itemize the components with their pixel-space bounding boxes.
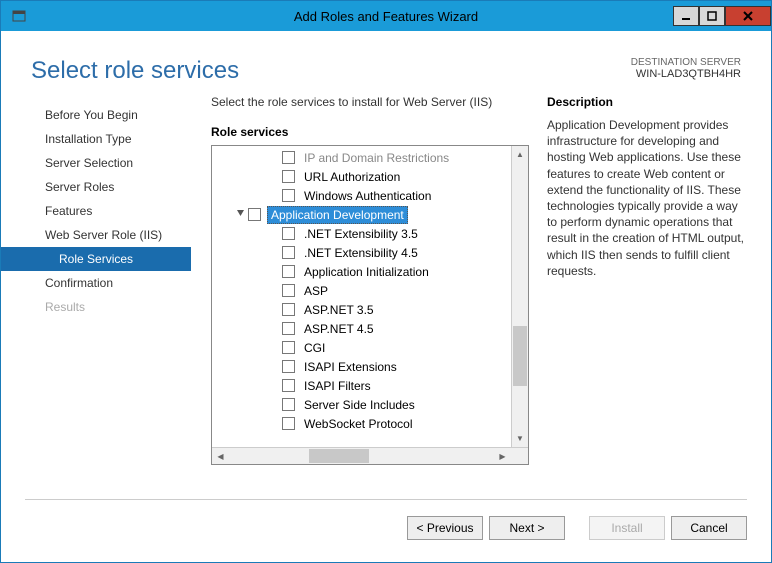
tree-item-label: ASP	[301, 283, 331, 299]
checkbox[interactable]	[248, 208, 261, 221]
footer: < Previous Next > Install Cancel	[1, 500, 771, 556]
tree-item-label: ASP.NET 4.5	[301, 321, 377, 337]
tree-item-label: IP and Domain Restrictions	[301, 150, 452, 166]
tree-item-label: ISAPI Filters	[301, 378, 374, 394]
tree-item[interactable]: URL Authorization	[212, 167, 528, 186]
scroll-down-icon[interactable]: ▼	[512, 430, 528, 447]
description-text: Application Development provides infrast…	[547, 117, 747, 279]
checkbox[interactable]	[282, 303, 295, 316]
checkbox[interactable]	[282, 189, 295, 202]
close-button[interactable]	[725, 6, 771, 26]
checkbox[interactable]	[282, 151, 295, 164]
tree-item-label: .NET Extensibility 4.5	[301, 245, 421, 261]
description-title: Description	[547, 95, 747, 109]
nav-item-server-selection[interactable]: Server Selection	[1, 151, 191, 175]
scroll-thumb[interactable]	[513, 326, 527, 386]
tree-item[interactable]: ASP.NET 4.5	[212, 319, 528, 338]
tree-item[interactable]: ISAPI Filters	[212, 376, 528, 395]
tree-item-label: Windows Authentication	[301, 188, 434, 204]
tree-item-label: ISAPI Extensions	[301, 359, 400, 375]
tree-item[interactable]: Application Initialization	[212, 262, 528, 281]
checkbox[interactable]	[282, 398, 295, 411]
tree-item[interactable]: Windows Authentication	[212, 186, 528, 205]
tree-item[interactable]: IP and Domain Restrictions	[212, 148, 528, 167]
minimize-button[interactable]	[673, 6, 699, 26]
nav-item-server-roles[interactable]: Server Roles	[1, 175, 191, 199]
header: Select role services DESTINATION SERVER …	[1, 31, 771, 95]
nav-item-role-services[interactable]: Role Services	[1, 247, 191, 271]
nav-item-installation-type[interactable]: Installation Type	[1, 127, 191, 151]
tree-item-label: .NET Extensibility 3.5	[301, 226, 421, 242]
scroll-left-icon[interactable]: ◀	[212, 448, 229, 464]
vertical-scrollbar[interactable]: ▲ ▼	[511, 146, 528, 447]
tree-item[interactable]: ASP.NET 3.5	[212, 300, 528, 319]
role-services-tree: IP and Domain Restrictions URL Authorizat…	[211, 145, 529, 465]
nav-item-confirmation[interactable]: Confirmation	[1, 271, 191, 295]
instruction-text: Select the role services to install for …	[211, 95, 529, 109]
nav-item-before-you-begin[interactable]: Before You Begin	[1, 103, 191, 127]
next-button[interactable]: Next >	[489, 516, 565, 540]
checkbox[interactable]	[282, 341, 295, 354]
tree-item-label: CGI	[301, 340, 328, 356]
checkbox[interactable]	[282, 360, 295, 373]
tree-item[interactable]: Application Development	[212, 205, 528, 224]
destination-label: DESTINATION SERVER	[631, 57, 741, 68]
checkbox[interactable]	[282, 322, 295, 335]
maximize-button[interactable]	[699, 6, 725, 26]
checkbox[interactable]	[282, 417, 295, 430]
scroll-up-icon[interactable]: ▲	[512, 146, 528, 163]
checkbox[interactable]	[282, 170, 295, 183]
nav-item-features[interactable]: Features	[1, 199, 191, 223]
destination-info: DESTINATION SERVER WIN-LAD3QTBH4HR	[631, 57, 741, 80]
tree-item[interactable]: WebSocket Protocol	[212, 414, 528, 433]
scroll-right-icon[interactable]: ▶	[494, 448, 511, 464]
checkbox[interactable]	[282, 265, 295, 278]
window-title: Add Roles and Features Wizard	[1, 9, 771, 24]
tree-item[interactable]: .NET Extensibility 3.5	[212, 224, 528, 243]
tree-item[interactable]: CGI	[212, 338, 528, 357]
tree-item-label: URL Authorization	[301, 169, 403, 185]
titlebar: Add Roles and Features Wizard	[1, 1, 771, 31]
expander-icon[interactable]	[234, 209, 246, 220]
tree-item[interactable]: .NET Extensibility 4.5	[212, 243, 528, 262]
description-panel: Description Application Development prov…	[547, 95, 747, 493]
tree-item-label: ASP.NET 3.5	[301, 302, 377, 318]
wizard-nav: Before You BeginInstallation TypeServer …	[1, 95, 191, 493]
hscroll-thumb[interactable]	[309, 449, 369, 463]
cancel-button[interactable]: Cancel	[671, 516, 747, 540]
tree-item-label: WebSocket Protocol	[301, 416, 416, 432]
destination-server: WIN-LAD3QTBH4HR	[631, 68, 741, 80]
tree-item-label: Application Development	[267, 206, 408, 224]
horizontal-scrollbar[interactable]: ◀ ▶	[212, 447, 528, 464]
nav-item-results: Results	[1, 295, 191, 319]
role-services-label: Role services	[211, 125, 529, 139]
tree-item[interactable]: ISAPI Extensions	[212, 357, 528, 376]
tree-item-label: Application Initialization	[301, 264, 432, 280]
tree-item[interactable]: Server Side Includes	[212, 395, 528, 414]
checkbox[interactable]	[282, 246, 295, 259]
previous-button[interactable]: < Previous	[407, 516, 483, 540]
checkbox[interactable]	[282, 284, 295, 297]
install-button[interactable]: Install	[589, 516, 665, 540]
tree-item[interactable]: ASP	[212, 281, 528, 300]
checkbox[interactable]	[282, 227, 295, 240]
page-title: Select role services	[31, 57, 239, 85]
checkbox[interactable]	[282, 379, 295, 392]
nav-item-web-server-role-iis-[interactable]: Web Server Role (IIS)	[1, 223, 191, 247]
tree-item-label: Server Side Includes	[301, 397, 418, 413]
